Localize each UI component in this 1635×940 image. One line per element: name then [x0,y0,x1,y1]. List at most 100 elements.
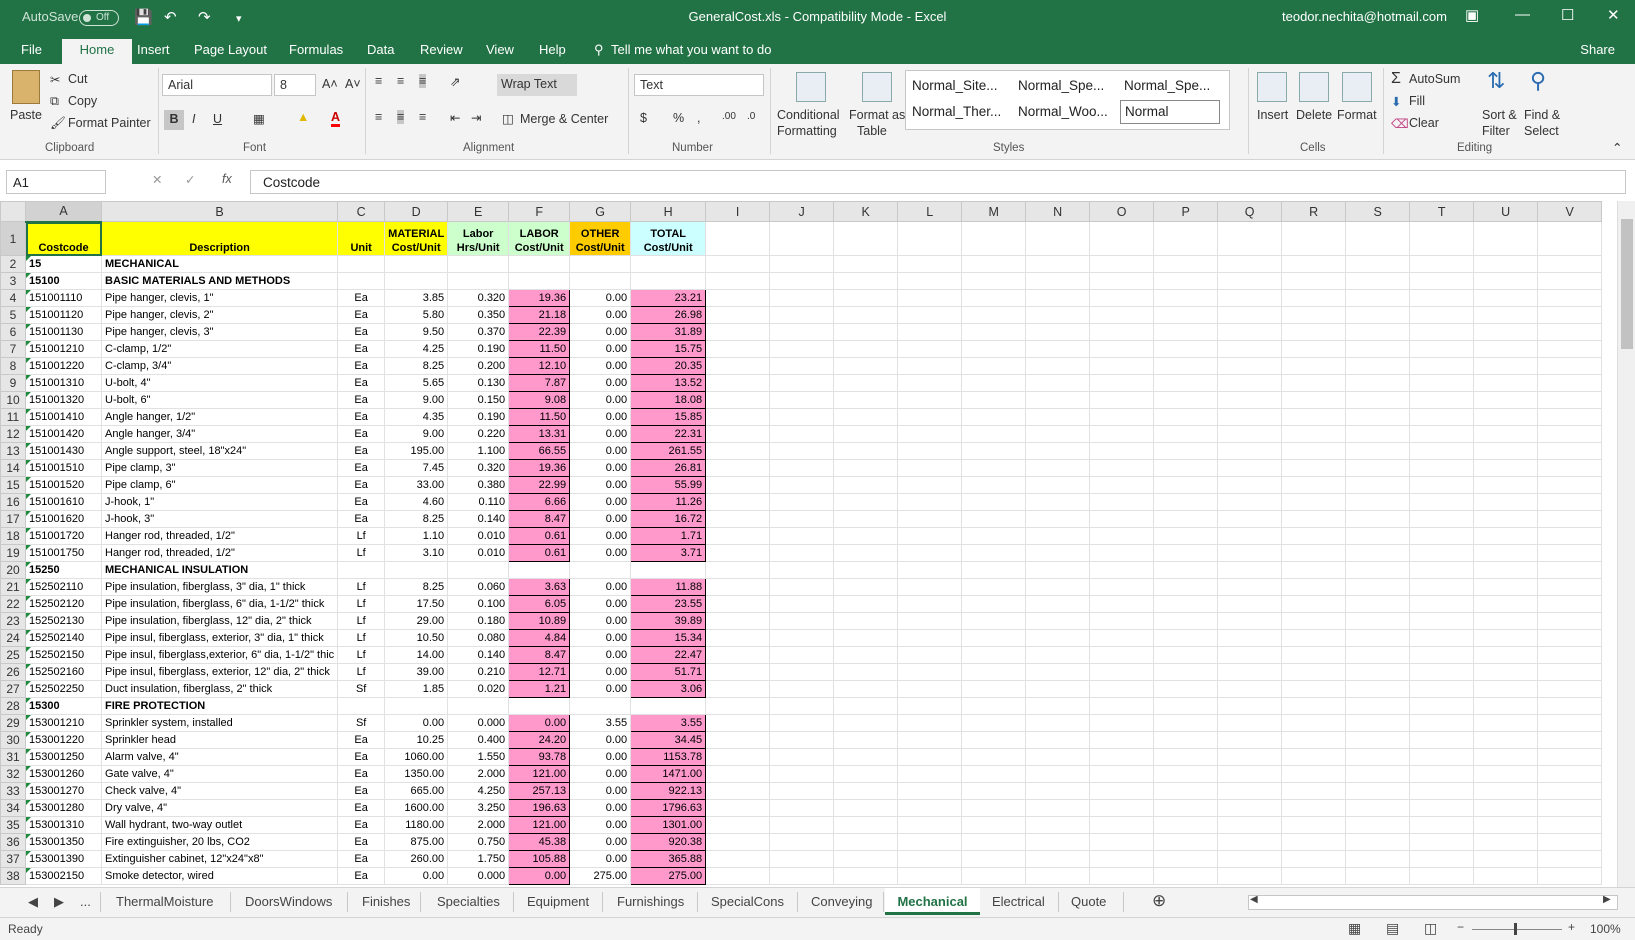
empty-cell[interactable] [1345,340,1411,358]
empty-cell[interactable] [1089,799,1155,817]
empty-cell[interactable] [897,442,963,460]
zoom-out-icon[interactable]: − [1457,920,1464,934]
empty-cell[interactable] [1409,714,1475,732]
cell-labor-cost[interactable]: 11.50 [508,340,571,358]
cell-labor-hrs[interactable]: 0.010 [447,527,510,545]
empty-cell[interactable] [1409,765,1475,783]
empty-cell[interactable] [1345,459,1411,477]
cell-total[interactable]: 22.31 [630,425,707,443]
empty-cell[interactable] [1473,765,1539,783]
empty-cell[interactable] [1025,850,1091,868]
cell-other[interactable]: 0.00 [569,782,632,800]
empty-cell[interactable] [1409,476,1475,494]
empty-cell[interactable] [1281,850,1347,868]
empty-cell[interactable] [1473,833,1539,851]
cell-costcode[interactable]: 153001390 [25,850,102,868]
empty-cell[interactable] [1153,748,1219,766]
empty-cell[interactable] [769,850,835,868]
cell-unit[interactable]: Ea [337,850,386,868]
empty-cell[interactable] [1153,595,1219,613]
cell-labor-cost[interactable] [508,255,571,273]
cell-total[interactable]: 51.71 [630,663,707,681]
cell-total[interactable] [630,561,707,579]
cell-material[interactable]: 1350.00 [384,765,449,783]
empty-cell[interactable] [705,697,771,715]
empty-cell[interactable] [705,425,771,443]
column-header[interactable]: M [961,201,1027,222]
cell-description[interactable]: Pipe insul, fiberglass,exterior, 6" dia,… [100,646,339,664]
zoom-level[interactable]: 100% [1590,922,1621,936]
cell-total[interactable]: 20.35 [630,357,707,375]
empty-cell[interactable] [1345,374,1411,392]
empty-cell[interactable] [1217,663,1283,681]
empty-cell[interactable] [1537,612,1603,630]
empty-cell[interactable] [1217,442,1283,460]
sheet-tab-active[interactable]: Mechanical [885,888,980,915]
worksheet-grid[interactable]: A B C D E F G H I J K L M N O P Q R S T U V 1 Costcode Descripti… [0,201,1617,887]
empty-cell[interactable] [1153,833,1219,851]
cell-labor-hrs[interactable]: 2.000 [447,765,510,783]
empty-cell[interactable] [1473,731,1539,749]
zoom-in-icon[interactable]: + [1568,920,1575,934]
empty-cell[interactable] [705,612,771,630]
cell-costcode[interactable]: 153001280 [25,799,102,817]
empty-cell[interactable] [1089,646,1155,664]
empty-cell[interactable] [1473,544,1539,562]
cell-labor-hrs[interactable]: 0.020 [447,680,510,698]
cell-other[interactable]: 0.00 [569,799,632,817]
empty-cell[interactable] [1409,680,1475,698]
decrease-indent-icon[interactable]: ⇤ [450,110,460,125]
empty-cell[interactable] [1217,646,1283,664]
cell-labor-hrs[interactable] [447,272,510,290]
scroll-thumb[interactable] [1621,219,1633,349]
sheet-tab[interactable]: Electrical [992,894,1045,909]
empty-cell[interactable] [705,255,771,273]
cell-total[interactable]: 31.89 [630,323,707,341]
tab-help[interactable]: Help [539,42,566,57]
empty-cell[interactable] [1281,425,1347,443]
cell-labor-cost[interactable]: 11.50 [508,408,571,426]
cell-costcode[interactable]: 152502250 [25,680,102,698]
empty-cell[interactable] [1089,510,1155,528]
cell-material[interactable]: 5.80 [384,306,449,324]
empty-cell[interactable] [1345,221,1411,256]
cell-costcode[interactable]: 153001260 [25,765,102,783]
row-header[interactable]: 16 [0,493,26,511]
empty-cell[interactable] [1153,765,1219,783]
cell-description[interactable]: Dry valve, 4" [100,799,339,817]
row-header[interactable]: 14 [0,459,26,477]
cell-costcode[interactable]: 151001120 [25,306,102,324]
empty-cell[interactable] [1409,527,1475,545]
cell-material[interactable]: 0.00 [384,714,449,732]
orientation-icon[interactable]: ⇗ [450,74,460,89]
empty-cell[interactable] [705,374,771,392]
cell-costcode[interactable]: 151001610 [25,493,102,511]
empty-cell[interactable] [1537,527,1603,545]
empty-cell[interactable] [1025,867,1091,885]
empty-cell[interactable] [1217,493,1283,511]
cell-description[interactable]: Pipe hanger, clevis, 3" [100,323,339,341]
cell-total[interactable]: 11.26 [630,493,707,511]
cell-labor-cost[interactable]: 6.66 [508,493,571,511]
cell-unit[interactable]: Ea [337,289,386,307]
cell-labor-hrs[interactable]: 3.250 [447,799,510,817]
empty-cell[interactable] [1025,646,1091,664]
empty-cell[interactable] [1281,833,1347,851]
row-header[interactable]: 37 [0,850,26,868]
empty-cell[interactable] [1537,714,1603,732]
empty-cell[interactable] [1089,629,1155,647]
cell-other[interactable]: 0.00 [569,680,632,698]
cell-total[interactable]: 34.45 [630,731,707,749]
empty-cell[interactable] [897,714,963,732]
empty-cell[interactable] [833,714,899,732]
scroll-left-icon[interactable]: ◀ [1250,894,1258,905]
cell-description[interactable]: Gate valve, 4" [100,765,339,783]
cell-total[interactable]: 920.38 [630,833,707,851]
row-header[interactable]: 31 [0,748,26,766]
cell-labor-hrs[interactable]: 0.010 [447,544,510,562]
cell-unit[interactable]: Ea [337,748,386,766]
empty-cell[interactable] [705,408,771,426]
empty-cell[interactable] [1473,646,1539,664]
row-header[interactable]: 13 [0,442,26,460]
empty-cell[interactable] [897,323,963,341]
